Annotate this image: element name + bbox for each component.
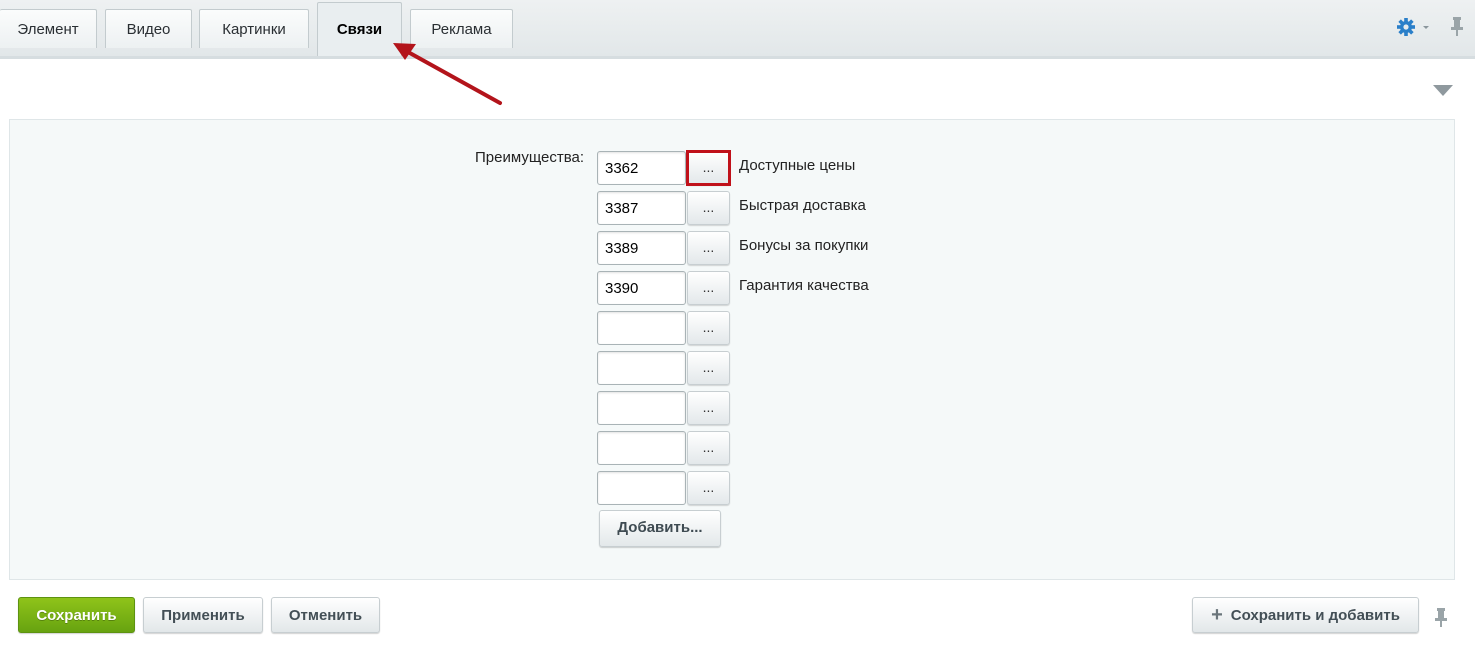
pin-icon[interactable] (1433, 606, 1449, 628)
select-element-button[interactable]: ... (687, 351, 730, 385)
advantage-name: Бонусы за покупки (739, 237, 869, 254)
advantage-name: Доступные цены (739, 157, 856, 174)
tab-pictures[interactable]: Картинки (199, 9, 309, 48)
field-label-advantages: Преимущества: (475, 149, 585, 166)
form-panel (9, 119, 1455, 580)
select-element-button[interactable]: ... (687, 191, 730, 225)
save-button[interactable]: Сохранить (18, 597, 135, 633)
advantage-name: Быстрая доставка (739, 197, 866, 214)
settings-button[interactable] (1396, 16, 1430, 38)
advantage-id-input[interactable] (597, 231, 686, 265)
triangle-down-icon (1433, 85, 1453, 96)
page: Элемент Видео Картинки Связи Реклама Пре… (0, 0, 1475, 647)
save-and-add-label: Сохранить и добавить (1230, 606, 1400, 624)
advantage-id-input[interactable] (597, 391, 686, 425)
select-element-button[interactable]: ... (687, 231, 730, 265)
select-element-button[interactable]: ... (686, 150, 731, 186)
plus-icon: + (1211, 604, 1223, 626)
select-element-button[interactable]: ... (687, 471, 730, 505)
collapse-toggle[interactable] (1433, 84, 1453, 96)
advantage-id-input[interactable] (597, 311, 686, 345)
tab-element[interactable]: Элемент (0, 9, 97, 48)
advantage-id-input[interactable] (597, 191, 686, 225)
advantage-name: Гарантия качества (739, 277, 869, 294)
select-element-button[interactable]: ... (687, 271, 730, 305)
add-more-button[interactable]: Добавить... (599, 510, 721, 547)
tab-ads[interactable]: Реклама (410, 9, 513, 48)
cancel-button[interactable]: Отменить (271, 597, 380, 633)
select-element-button[interactable]: ... (687, 431, 730, 465)
chevron-down-icon (1423, 26, 1429, 29)
pin-icon[interactable] (1449, 15, 1465, 37)
advantage-id-input[interactable] (597, 271, 686, 305)
tab-links[interactable]: Связи (317, 2, 402, 56)
apply-button[interactable]: Применить (143, 597, 263, 633)
advantage-id-input[interactable] (597, 431, 686, 465)
advantage-id-input[interactable] (597, 351, 686, 385)
save-and-add-button[interactable]: + Сохранить и добавить (1192, 597, 1419, 633)
advantage-id-input[interactable] (597, 471, 686, 505)
gear-icon (1397, 18, 1429, 36)
select-element-button[interactable]: ... (687, 311, 730, 345)
tab-bar: Элемент Видео Картинки Связи Реклама (0, 0, 1475, 59)
advantage-id-input[interactable] (597, 151, 686, 185)
tab-video[interactable]: Видео (105, 9, 192, 48)
select-element-button[interactable]: ... (687, 391, 730, 425)
